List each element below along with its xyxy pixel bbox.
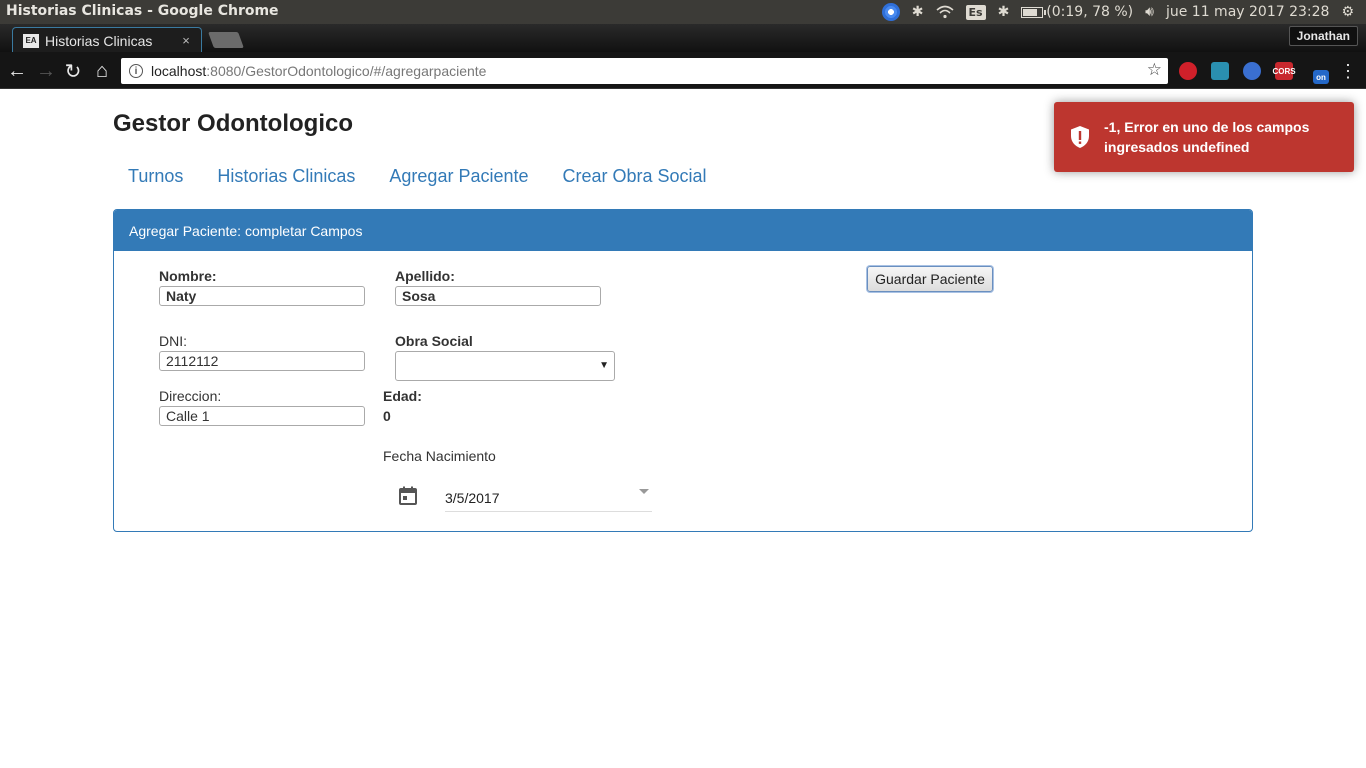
battery-indicator[interactable]: (0:19, 78 %): [1015, 0, 1139, 24]
nombre-label: Nombre:: [159, 268, 217, 284]
datetime[interactable]: jue 11 may 2017 23:28: [1160, 0, 1335, 24]
save-patient-button[interactable]: Guardar Paciente: [867, 266, 993, 292]
tab-title: Historias Clinicas: [45, 32, 153, 49]
new-tab-button[interactable]: [208, 32, 244, 48]
keyboard-layout-label: Es: [965, 4, 986, 20]
bluetooth-icon[interactable]: ✱: [906, 0, 930, 24]
bookmark-star-icon[interactable]: ☆: [1147, 60, 1162, 80]
back-arrow-icon[interactable]: ←: [4, 58, 30, 84]
profile-button[interactable]: Jonathan: [1288, 26, 1358, 46]
main-nav: Turnos Historias Clinicas Agregar Pacien…: [113, 162, 726, 191]
battery-icon: [1021, 6, 1047, 18]
edad-value: 0: [383, 408, 391, 424]
home-icon[interactable]: ⌂: [89, 58, 115, 84]
toast-message: -1, Error en uno de los campos ingresado…: [1104, 119, 1310, 155]
wifi-icon[interactable]: [930, 0, 960, 24]
opera-ext-icon[interactable]: [1179, 62, 1197, 80]
obra-social-select[interactable]: ▼: [395, 351, 615, 381]
bluetooth-secondary-icon[interactable]: ✱: [992, 0, 1016, 24]
nav-historias-clinicas[interactable]: Historias Clinicas: [202, 162, 370, 191]
obra-social-label: Obra Social: [395, 333, 473, 349]
battery-text: (0:19, 78 %): [1046, 4, 1134, 20]
dni-input[interactable]: 2112112: [159, 351, 365, 371]
date-dropdown-arrow-icon[interactable]: [639, 489, 649, 494]
apellido-input[interactable]: Sosa: [395, 286, 601, 306]
volume-icon[interactable]: 🔊︎: [1139, 0, 1160, 24]
fecha-nacimiento-input[interactable]: 3/5/2017: [445, 484, 652, 512]
settings-gear-icon[interactable]: ⚙: [1335, 0, 1360, 24]
edad-label: Edad:: [383, 388, 422, 404]
tab-favicon-icon: EA: [23, 33, 39, 48]
fecha-nacimiento-value: 3/5/2017: [445, 489, 500, 506]
nombre-input[interactable]: Naty: [159, 286, 365, 306]
calendar-icon[interactable]: [398, 486, 418, 506]
nav-crear-obra-social[interactable]: Crear Obra Social: [548, 162, 722, 191]
tab-historias-clinicas[interactable]: EA Historias Clinicas ×: [12, 27, 202, 53]
keyboard-layout-indicator[interactable]: Es: [960, 0, 992, 24]
os-indicators: ✱ Es ✱ (0:19, 78 %) 🔊︎ jue 11 may 2017 2…: [876, 0, 1360, 24]
reload-icon[interactable]: ↻: [60, 58, 86, 84]
panel-heading: Agregar Paciente: completar Campos: [114, 210, 1252, 251]
site-info-icon[interactable]: i: [129, 64, 143, 78]
url-host: localhost: [151, 63, 207, 79]
globe-ext-icon[interactable]: [1243, 62, 1261, 80]
chrome-indicator-icon[interactable]: [876, 0, 906, 24]
page-title: Gestor Odontologico: [113, 110, 353, 137]
window-title: Historias Clinicas - Google Chrome: [6, 3, 279, 19]
cors-ext-icon[interactable]: CORS: [1272, 62, 1296, 80]
toggle-ext-icon[interactable]: on: [1313, 70, 1329, 84]
fecha-nacimiento-label: Fecha Nacimiento: [383, 448, 496, 464]
shield-alert-icon: [1071, 126, 1089, 148]
address-bar[interactable]: i localhost:8080/GestorOdontologico/#/ag…: [121, 58, 1168, 84]
rotate-ext-icon[interactable]: [1211, 62, 1229, 80]
url-path: :8080/GestorOdontologico/#/agregarpacien…: [206, 63, 487, 79]
dropdown-arrow-icon: ▼: [599, 360, 609, 371]
nav-turnos[interactable]: Turnos: [113, 162, 198, 191]
browser-tabstrip: EA Historias Clinicas × Jonathan: [0, 24, 1366, 53]
os-top-panel: Historias Clinicas - Google Chrome ✱ Es …: [0, 0, 1366, 24]
forward-arrow-icon[interactable]: →: [33, 58, 59, 84]
apellido-label: Apellido:: [395, 268, 455, 284]
direccion-label: Direccion:: [159, 388, 222, 404]
dni-label: DNI:: [159, 333, 187, 349]
chrome-menu-icon[interactable]: ⋮: [1339, 58, 1357, 84]
direccion-input[interactable]: Calle 1: [159, 406, 365, 426]
tab-close-icon[interactable]: ×: [177, 33, 195, 48]
error-toast[interactable]: -1, Error en uno de los campos ingresado…: [1054, 102, 1354, 172]
nav-agregar-paciente[interactable]: Agregar Paciente: [374, 162, 543, 191]
